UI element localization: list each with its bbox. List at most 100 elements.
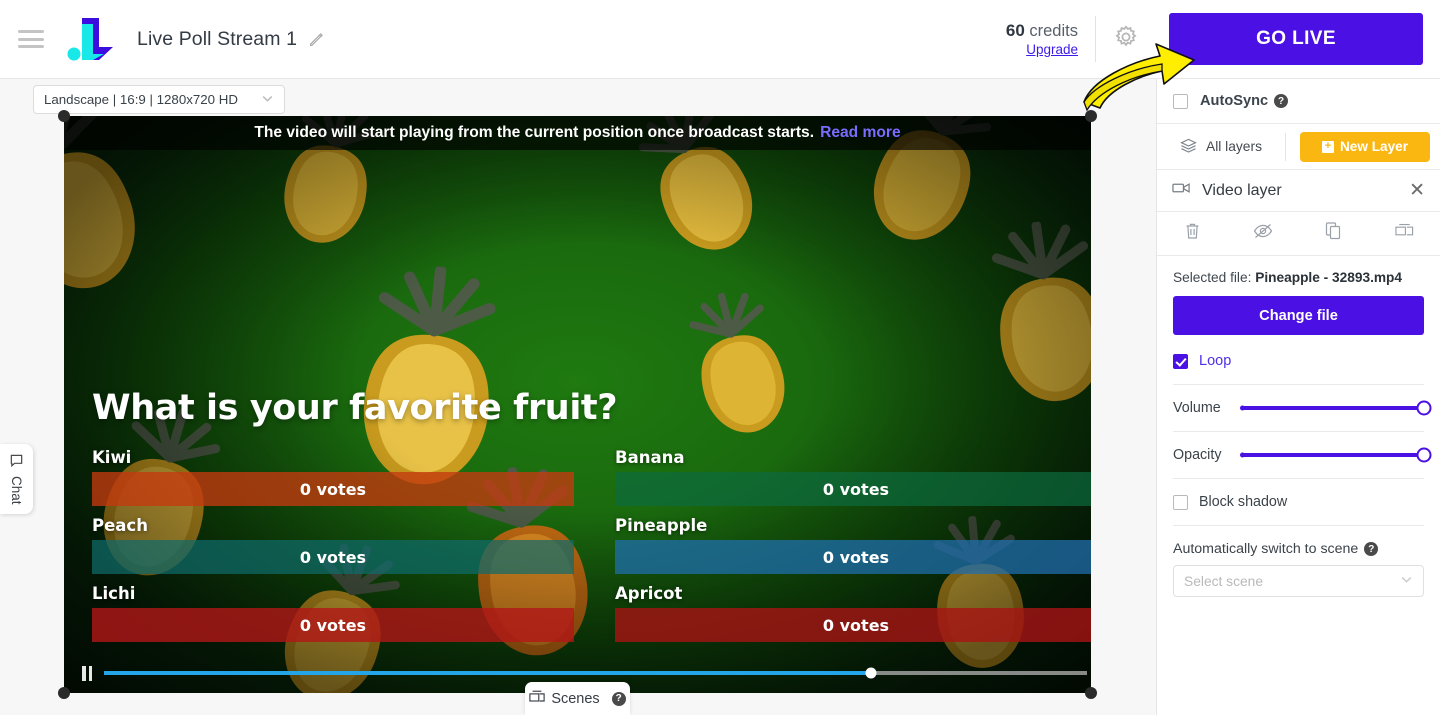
question-mark-icon[interactable]: ? [1274, 94, 1289, 108]
aspect-ratio-value: Landscape | 16:9 | 1280x720 HD [44, 92, 238, 107]
selected-file-label: Selected file: [1173, 270, 1252, 285]
trash-icon [1184, 222, 1201, 245]
video-progress-knob[interactable] [865, 667, 877, 679]
opacity-slider-knob[interactable] [1416, 447, 1432, 463]
volume-slider[interactable] [1240, 400, 1432, 416]
poll-option: Peach 0 votes [92, 516, 574, 574]
divider [1173, 384, 1424, 385]
resize-handle-bottom-left[interactable] [58, 687, 70, 699]
scene-select[interactable]: Select scene [1173, 565, 1424, 597]
poll-option-bar: 0 votes [92, 608, 574, 642]
block-shadow-label: Block shadow [1199, 494, 1288, 510]
layer-title: Video layer [1202, 181, 1282, 199]
close-icon[interactable]: ✕ [1409, 181, 1425, 200]
poll-option-label: Peach [92, 516, 148, 535]
poll-option: Banana 0 votes [615, 448, 1091, 506]
read-more-link[interactable]: Read more [820, 124, 901, 142]
selected-file-name: Pineapple - 32893.mp4 [1255, 270, 1403, 285]
poll-option: Pineapple 0 votes [615, 516, 1091, 574]
poll-option-label: Kiwi [92, 448, 132, 467]
duplicate-layer-button[interactable] [1299, 212, 1370, 255]
eye-slash-icon [1253, 223, 1273, 244]
video-progress-scrubber[interactable] [104, 667, 1087, 679]
poll-option: Apricot 0 votes [615, 584, 1091, 642]
slider-start-dot [1240, 405, 1245, 411]
slider-start-dot [1240, 452, 1245, 458]
pause-icon[interactable] [70, 665, 104, 681]
switch-scene-label: Automatically switch to scene [1173, 541, 1359, 557]
video-progress-fill [104, 671, 871, 675]
layer-properties: Selected file: Pineapple - 32893.mp4 Cha… [1157, 256, 1440, 597]
new-layer-button[interactable]: + New Layer [1300, 131, 1430, 162]
hide-layer-button[interactable] [1228, 212, 1299, 255]
poll-overlay: What is your favorite fruit? Kiwi 0 vote… [92, 388, 1091, 642]
right-panel: AutoSync ? All layers + New Layer Video … [1156, 79, 1440, 715]
credits-block: 60 credits Upgrade [1006, 21, 1095, 58]
brand-logo[interactable] [66, 16, 118, 62]
divider [1173, 478, 1424, 479]
poll-question: What is your favorite fruit? [92, 388, 618, 428]
question-mark-icon[interactable]: ? [611, 691, 626, 706]
upgrade-link[interactable]: Upgrade [1006, 42, 1078, 57]
autosync-label: AutoSync [1200, 93, 1269, 109]
autosync-checkbox[interactable] [1173, 93, 1188, 109]
video-preview[interactable]: The video will start playing from the cu… [64, 116, 1091, 693]
toolbar-divider [1285, 132, 1286, 161]
poll-option: Kiwi 0 votes [92, 448, 574, 506]
opacity-slider[interactable] [1240, 447, 1432, 463]
header-right-group: 60 credits Upgrade GO LIVE [1006, 0, 1440, 78]
volume-slider-knob[interactable] [1416, 400, 1432, 416]
scenes-label: Scenes [551, 690, 600, 707]
chat-tab[interactable]: Chat [0, 444, 33, 514]
switch-scene-label-row: Automatically switch to scene ? [1173, 541, 1424, 557]
poll-option-bar: 0 votes [615, 540, 1091, 574]
chevron-down-icon [261, 92, 274, 108]
poll-option-label: Lichi [92, 584, 136, 603]
block-shadow-checkbox[interactable] [1173, 494, 1188, 510]
layers-toolbar: All layers + New Layer [1157, 124, 1440, 170]
loop-checkbox[interactable] [1173, 353, 1188, 369]
block-shadow-row[interactable]: Block shadow [1173, 494, 1424, 510]
all-layers-button[interactable]: All layers [1157, 138, 1285, 156]
aspect-ratio-select[interactable]: Landscape | 16:9 | 1280x720 HD [33, 85, 285, 114]
poll-option-label: Apricot [615, 584, 683, 603]
layer-header: Video layer ✕ [1157, 170, 1440, 212]
copy-icon [1325, 222, 1342, 245]
scenes-icon [529, 690, 546, 708]
question-mark-icon[interactable]: ? [1364, 542, 1379, 556]
autosync-row[interactable]: AutoSync ? [1157, 79, 1440, 124]
go-live-button[interactable]: GO LIVE [1169, 13, 1423, 65]
hamburger-menu-icon[interactable] [18, 30, 44, 48]
poll-option: Lichi 0 votes [92, 584, 574, 642]
poll-option-bar: 0 votes [615, 472, 1091, 506]
scene-select-placeholder: Select scene [1184, 573, 1263, 589]
resize-handle-top-left[interactable] [58, 110, 70, 122]
poll-option-label: Banana [615, 448, 685, 467]
pencil-icon[interactable] [308, 31, 325, 48]
poll-option-bar: 0 votes [92, 540, 574, 574]
poll-option-bar: 0 votes [92, 472, 574, 506]
transfer-scene-icon [1395, 223, 1414, 244]
divider [1173, 431, 1424, 432]
change-file-button[interactable]: Change file [1173, 296, 1424, 335]
gear-icon [1112, 23, 1140, 56]
layers-icon [1180, 138, 1197, 156]
loop-label: Loop [1199, 353, 1232, 369]
settings-button[interactable] [1096, 23, 1156, 56]
all-layers-label: All layers [1206, 139, 1262, 154]
chat-tab-label: Chat [9, 476, 24, 505]
volume-slider-row: Volume [1173, 400, 1432, 416]
stage-area: Landscape | 16:9 | 1280x720 HD The video… [0, 79, 1156, 715]
move-layer-to-scene-button[interactable] [1369, 212, 1440, 255]
resize-handle-bottom-right[interactable] [1085, 687, 1097, 699]
video-camera-icon [1172, 181, 1191, 200]
delete-layer-button[interactable] [1157, 212, 1228, 255]
loop-row[interactable]: Loop [1173, 353, 1424, 369]
plus-icon: + [1321, 140, 1334, 153]
video-canvas-wrapper[interactable]: The video will start playing from the cu… [58, 110, 1097, 699]
video-notice-text: The video will start playing from the cu… [254, 124, 815, 141]
opacity-label: Opacity [1173, 447, 1222, 463]
divider [1173, 525, 1424, 526]
resize-handle-top-right[interactable] [1085, 110, 1097, 122]
scenes-button[interactable]: Scenes ? [525, 682, 630, 715]
